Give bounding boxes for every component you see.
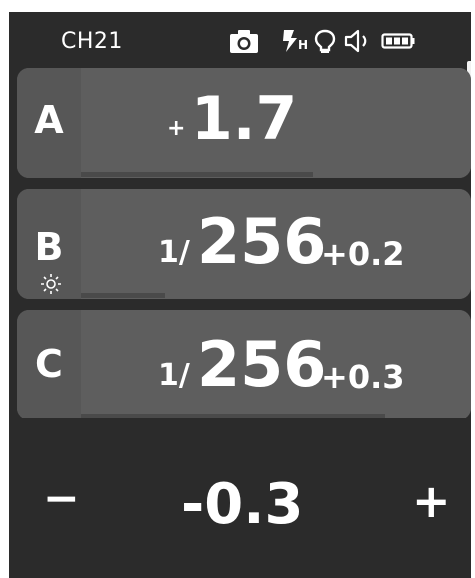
- group-a-value[interactable]: 1.7: [191, 84, 297, 154]
- group-b-power[interactable]: 256: [197, 205, 326, 278]
- group-c-card[interactable]: C 1/ 256 +0.3: [17, 310, 471, 420]
- flash-hss-subscript: H: [298, 38, 309, 52]
- adjust-bar: − -0.3 +: [9, 418, 471, 578]
- flash-controller-screen: CH21 H A + 1.7 B 1/ 256 +0.2 C 1/ 256 +0…: [9, 12, 471, 578]
- group-a-sign: +: [167, 116, 186, 141]
- group-b-card[interactable]: B 1/ 256 +0.2: [17, 189, 471, 299]
- channel-label[interactable]: CH21: [61, 29, 123, 54]
- group-b-fraction-prefix: 1/: [158, 235, 190, 270]
- adjust-value: -0.3: [181, 472, 304, 537]
- group-c-fraction-prefix: 1/: [158, 358, 190, 393]
- group-c-adjustment[interactable]: +0.3: [321, 358, 405, 396]
- decrease-button[interactable]: −: [43, 473, 80, 524]
- battery-icon: [381, 33, 415, 49]
- group-c-letter: C: [35, 342, 63, 386]
- sound-icon: [344, 29, 367, 53]
- group-b-adjustment[interactable]: +0.2: [321, 235, 405, 273]
- group-a-letter: A: [34, 98, 64, 142]
- group-c-power[interactable]: 256: [197, 328, 326, 401]
- status-bar: CH21 H: [9, 12, 471, 70]
- group-b-letter: B: [34, 225, 64, 269]
- modeling-lamp-icon: [314, 29, 336, 53]
- increase-button[interactable]: +: [412, 474, 451, 528]
- group-a-card[interactable]: A + 1.7: [17, 68, 471, 178]
- camera-icon: [230, 30, 258, 53]
- sun-icon: [41, 274, 61, 294]
